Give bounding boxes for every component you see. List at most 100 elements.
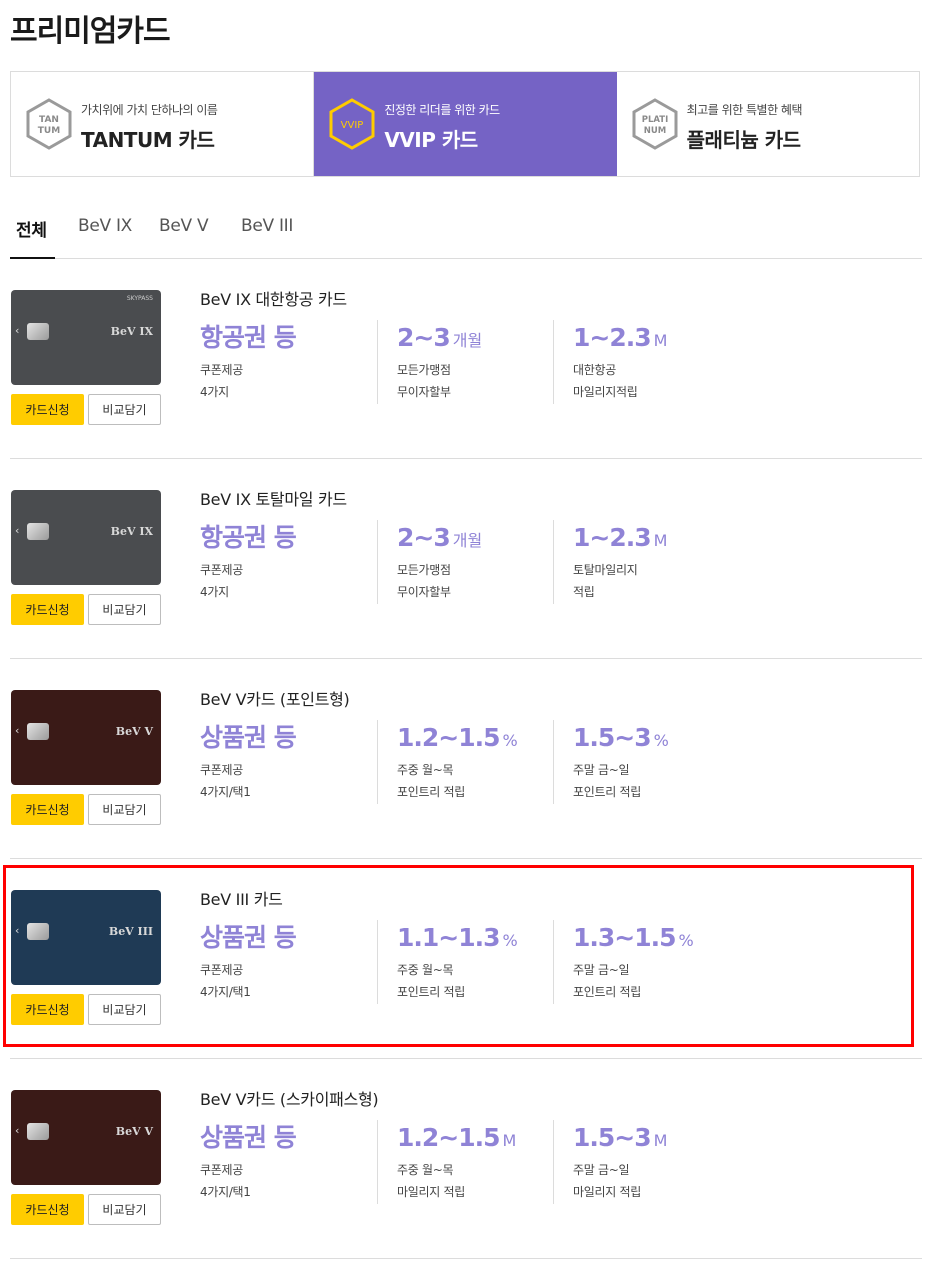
page-title: 프리미엄카드 [10,14,171,49]
benefit-unit: M [653,531,668,550]
tier-subtitle: 진정한 리더를 위한 카드 [384,103,500,117]
vvip-hex-text: VVIP [341,120,364,131]
benefit-desc-line2: 4가지 [200,585,229,599]
card-title[interactable]: BeV IX 대한항공 카드 [200,286,347,310]
card-arrow-icon: ‹ [15,324,20,337]
add-to-compare-button[interactable]: 비교담기 [88,1194,161,1225]
benefit-unit: % [502,731,518,750]
benefit-value: 2~3 개월 [397,323,483,352]
row-divider [10,658,922,659]
benefit-weekend: 1~2.3 M 토탈마일리지 적립 [553,520,667,604]
benefit-desc-line2: 4가지/택1 [200,785,251,799]
benefit-desc-line2: 포인트리 적립 [397,785,465,799]
benefit-desc-line2: 무이자할부 [397,585,451,599]
card-image[interactable]: ‹ BeV V [11,690,161,785]
benefit-unit: 개월 [452,531,483,550]
benefit-coupon: 상품권 등 쿠폰제공 4가지/택1 [200,720,299,804]
tab-all[interactable]: 전체 [16,216,47,241]
benefit-unit: % [653,731,669,750]
tier-name: TANTUM 카드 [81,128,215,152]
benefit-value: 1.2~1.5 M [397,1123,517,1152]
benefit-coupon: 상품권 등 쿠폰제공 4가지/택1 [200,1120,299,1204]
highlight-box [3,865,914,1047]
card-filter-tabs: 전체 BeV IX BeV V BeV III [10,200,922,259]
benefit-desc-line1: 쿠폰제공 [200,563,243,577]
card-row: ‹ BeV V 카드신청 비교담기 BeV V카드 (스카이패스형) 상품권 등… [0,1060,931,1260]
tantum-hex-text-1: TAN [39,115,59,125]
card-title[interactable]: BeV V카드 (포인트형) [200,686,350,710]
tantum-hex-text-2: TUM [38,126,60,136]
card-row: ‹ BeV V 카드신청 비교담기 BeV V카드 (포인트형) 상품권 등 쿠… [0,660,931,860]
card-brand-text: BeV IX [110,325,153,338]
tab-bev-ix[interactable]: BeV IX [78,216,132,236]
card-title[interactable]: BeV IX 토탈마일 카드 [200,486,347,510]
benefit-desc-line1: 모든가맹점 [397,363,451,377]
card-image[interactable]: SKYPASS ‹ BeV IX [11,290,161,385]
apply-card-button[interactable]: 카드신청 [11,1194,84,1225]
card-chip-icon [27,523,49,540]
benefit-value: 항공권 등 [200,523,297,552]
tier-platinum[interactable]: PLATI NUM 최고를 위한 특별한 혜택 플래티늄 카드 [617,72,919,176]
card-arrow-icon: ‹ [15,524,20,537]
card-chip-icon [27,323,49,340]
card-title[interactable]: BeV V카드 (스카이패스형) [200,1086,379,1110]
tier-subtitle: 가치위에 가치 단하나의 이름 [81,103,218,117]
card-brand-text: BeV IX [110,525,153,538]
row-divider [10,1258,922,1259]
row-divider [10,458,922,459]
card-logo-text: SKYPASS [126,295,153,302]
benefit-desc-line1: 주말 금~일 [573,1163,630,1177]
benefit-desc-line1: 주중 월~목 [397,763,454,777]
benefit-desc-line1: 대한항공 [573,363,616,377]
card-arrow-icon: ‹ [15,1124,20,1137]
card-image[interactable]: ‹ BeV IX [11,490,161,585]
add-to-compare-button[interactable]: 비교담기 [88,594,161,625]
benefit-weekend: 1.5~3% 주말 금~일 포인트리 적립 [553,720,669,804]
benefit-desc-line2: 4가지/택1 [200,1185,251,1199]
benefit-value: 2~3 개월 [397,523,483,552]
card-chip-icon [27,723,49,740]
tier-vvip[interactable]: VVIP 진정한 리더를 위한 카드 VVIP 카드 [314,72,617,176]
benefit-desc-line2: 적립 [573,585,595,599]
tier-name: VVIP 카드 [384,128,478,152]
apply-card-button[interactable]: 카드신청 [11,394,84,425]
benefit-desc-line1: 쿠폰제공 [200,763,243,777]
apply-card-button[interactable]: 카드신청 [11,594,84,625]
benefit-desc-line2: 마일리지 적립 [573,1185,641,1199]
benefit-desc-line2: 4가지 [200,385,229,399]
benefit-desc-line1: 주중 월~목 [397,1163,454,1177]
benefit-coupon: 항공권 등 쿠폰제공 4가지 [200,520,299,604]
benefit-weekday: 1.2~1.5 M 주중 월~목 마일리지 적립 [377,1120,516,1204]
platinum-hex-text-2: NUM [643,126,665,136]
active-tab-indicator [10,257,55,259]
card-tier-selector: TAN TUM 가치위에 가치 단하나의 이름 TANTUM 카드 VVIP 진… [10,71,920,177]
benefit-desc-line1: 모든가맹점 [397,563,451,577]
platinum-hexagon-icon: PLATI NUM [632,98,678,150]
row-divider [10,858,922,859]
row-divider [10,1058,922,1059]
benefit-unit: M [653,1131,668,1150]
add-to-compare-button[interactable]: 비교담기 [88,794,161,825]
apply-card-button[interactable]: 카드신청 [11,794,84,825]
add-to-compare-button[interactable]: 비교담기 [88,394,161,425]
card-brand-text: BeV V [115,1125,153,1138]
benefit-value: 1.5~3% [573,723,669,752]
benefit-value: 1~2.3 M [573,323,668,352]
tab-bev-iii[interactable]: BeV III [241,216,293,236]
benefit-unit: 개월 [452,331,483,350]
card-row: ‹ BeV IX 카드신청 비교담기 BeV IX 토탈마일 카드 항공권 등 … [0,460,931,660]
card-image[interactable]: ‹ BeV V [11,1090,161,1185]
benefit-desc-line1: 주말 금~일 [573,763,630,777]
benefit-weekday: 1.2~1.5% 주중 월~목 포인트리 적립 [377,720,518,804]
benefit-unit: M [653,331,668,350]
tab-bev-v[interactable]: BeV V [159,216,209,236]
benefit-desc-line2: 마일리지 적립 [397,1185,465,1199]
benefit-unit: M [502,1131,517,1150]
card-arrow-icon: ‹ [15,724,20,737]
benefit-coupon: 항공권 등 쿠폰제공 4가지 [200,320,299,404]
tier-tantum[interactable]: TAN TUM 가치위에 가치 단하나의 이름 TANTUM 카드 [11,72,315,176]
vvip-hexagon-icon: VVIP [329,98,375,150]
card-row: SKYPASS ‹ BeV IX 카드신청 비교담기 BeV IX 대한항공 카… [0,260,931,460]
benefit-weekday: 2~3 개월 모든가맹점 무이자할부 [377,520,482,604]
benefit-value: 상품권 등 [200,723,297,752]
